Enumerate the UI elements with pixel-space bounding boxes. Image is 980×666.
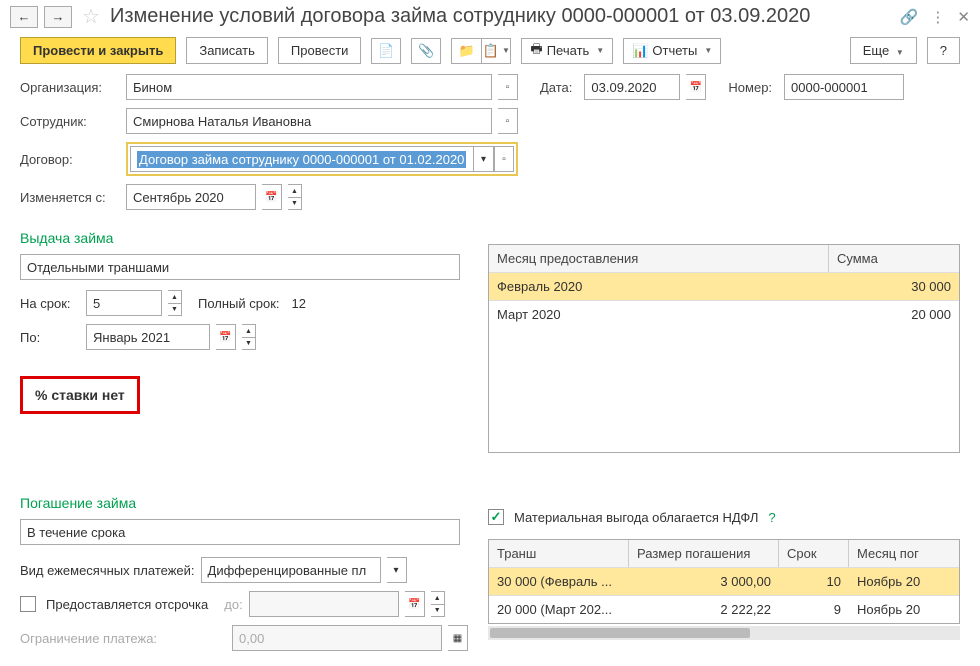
number-input[interactable]: 0000-000001 — [784, 74, 904, 100]
th-tranche[interactable]: Транш — [489, 540, 629, 567]
until-input[interactable]: Январь 2021 — [86, 324, 210, 350]
copy-icon[interactable]: 📋▼ — [481, 38, 511, 64]
pay-type-label: Вид ежемесячных платежей: — [20, 563, 195, 578]
no-rate-box: % ставки нет — [20, 376, 140, 414]
to-label: до: — [224, 597, 242, 612]
contract-input[interactable]: Договор займа сотруднику 0000-000001 от … — [130, 146, 474, 172]
loan-section-title: Выдача займа — [20, 230, 468, 246]
calendar-icon[interactable]: 📅 — [686, 74, 706, 100]
limit-label: Ограничение платежа: — [20, 631, 157, 646]
until-calendar-icon[interactable]: 📅 — [216, 324, 236, 350]
limit-input: 0,00 — [232, 625, 442, 651]
until-label: По: — [20, 330, 80, 345]
org-open-icon[interactable]: ▫ — [498, 74, 518, 100]
th-amount[interactable]: Размер погашения — [629, 540, 779, 567]
more-button[interactable]: Еще ▼ — [850, 37, 917, 64]
changes-from-label: Изменяется с: — [20, 190, 120, 205]
reports-button[interactable]: 📊 Отчеты▼ — [623, 38, 721, 64]
th-term[interactable]: Срок — [779, 540, 849, 567]
close-icon[interactable]: ✕ — [957, 8, 970, 26]
deferral-date-input — [249, 591, 399, 617]
table-row[interactable]: Февраль 2020 30 000 — [489, 272, 959, 300]
forward-button[interactable]: → — [44, 6, 72, 28]
pay-type-dropdown-icon[interactable]: ▾ — [387, 557, 407, 583]
contract-dropdown-icon[interactable]: ▾ — [474, 146, 494, 172]
link-icon[interactable]: 🔗 — [900, 8, 919, 26]
submit-close-button[interactable]: Провести и закрыть — [20, 37, 176, 64]
contract-label: Договор: — [20, 152, 120, 167]
full-term-value: 12 — [286, 290, 362, 316]
until-spinner[interactable]: ▲▼ — [242, 324, 256, 350]
org-input[interactable]: Бином — [126, 74, 492, 100]
deferral-checkbox[interactable] — [20, 596, 36, 612]
repay-table: Транш Размер погашения Срок Месяц пог 30… — [488, 539, 960, 624]
number-label: Номер: — [728, 80, 772, 95]
document-icon[interactable]: 📄 — [371, 38, 401, 64]
repay-section-title: Погашение займа — [20, 495, 468, 511]
repay-method-input[interactable]: В течение срока — [20, 519, 460, 545]
pay-type-input[interactable]: Дифференцированные пл — [201, 557, 381, 583]
loan-method-input[interactable]: Отдельными траншами — [20, 254, 460, 280]
page-title: Изменение условий договора займа сотрудн… — [110, 5, 894, 28]
limit-calc-icon[interactable]: ▦ — [448, 625, 468, 651]
changes-from-input[interactable]: Сентябрь 2020 — [126, 184, 256, 210]
attach-icon[interactable]: 📎 — [411, 38, 441, 64]
question-icon[interactable]: ? — [768, 510, 775, 525]
term-input[interactable]: 5 — [86, 290, 162, 316]
term-spinner[interactable]: ▲▼ — [168, 290, 182, 316]
benefit-label: Материальная выгода облагается НДФЛ — [514, 510, 758, 525]
date-input[interactable]: 03.09.2020 — [584, 74, 680, 100]
table-row[interactable]: 20 000 (Март 202... 2 222,22 9 Ноябрь 20 — [489, 595, 959, 623]
table-row[interactable]: 30 000 (Февраль ... 3 000,00 10 Ноябрь 2… — [489, 567, 959, 595]
changes-calendar-icon[interactable]: 📅 — [262, 184, 282, 210]
deferral-spinner[interactable]: ▲▼ — [431, 591, 445, 617]
star-icon[interactable]: ☆ — [82, 4, 100, 29]
folder-icon[interactable]: 📁 — [451, 38, 481, 64]
save-button[interactable]: Записать — [186, 37, 268, 64]
date-label: Дата: — [540, 80, 572, 95]
changes-spinner[interactable]: ▲▼ — [288, 184, 302, 210]
help-button[interactable]: ? — [927, 37, 960, 64]
th-month[interactable]: Месяц предоставления — [489, 245, 829, 272]
table-row[interactable]: Март 2020 20 000 — [489, 300, 959, 328]
deferral-calendar-icon[interactable]: 📅 — [405, 591, 425, 617]
back-button[interactable]: ← — [10, 6, 38, 28]
full-term-label: Полный срок: — [198, 296, 280, 311]
term-label: На срок: — [20, 296, 80, 311]
org-label: Организация: — [20, 80, 120, 95]
tranches-table: Месяц предоставления Сумма Февраль 2020 … — [488, 244, 960, 453]
employee-open-icon[interactable]: ▫ — [498, 108, 518, 134]
deferral-label: Предоставляется отсрочка — [46, 597, 208, 612]
print-button[interactable]: 🖶 Печать▼ — [521, 38, 613, 64]
contract-field: Договор займа сотруднику 0000-000001 от … — [126, 142, 518, 176]
th-sum[interactable]: Сумма — [829, 245, 959, 272]
employee-label: Сотрудник: — [20, 114, 120, 129]
th-repay-month[interactable]: Месяц пог — [849, 540, 959, 567]
employee-input[interactable]: Смирнова Наталья Ивановна — [126, 108, 492, 134]
kebab-icon[interactable]: ⋮ — [930, 8, 945, 26]
contract-open-icon[interactable]: ▫ — [494, 146, 514, 172]
benefit-checkbox[interactable]: ✓ — [488, 509, 504, 525]
submit-button[interactable]: Провести — [278, 37, 362, 64]
horizontal-scrollbar[interactable] — [488, 626, 960, 640]
